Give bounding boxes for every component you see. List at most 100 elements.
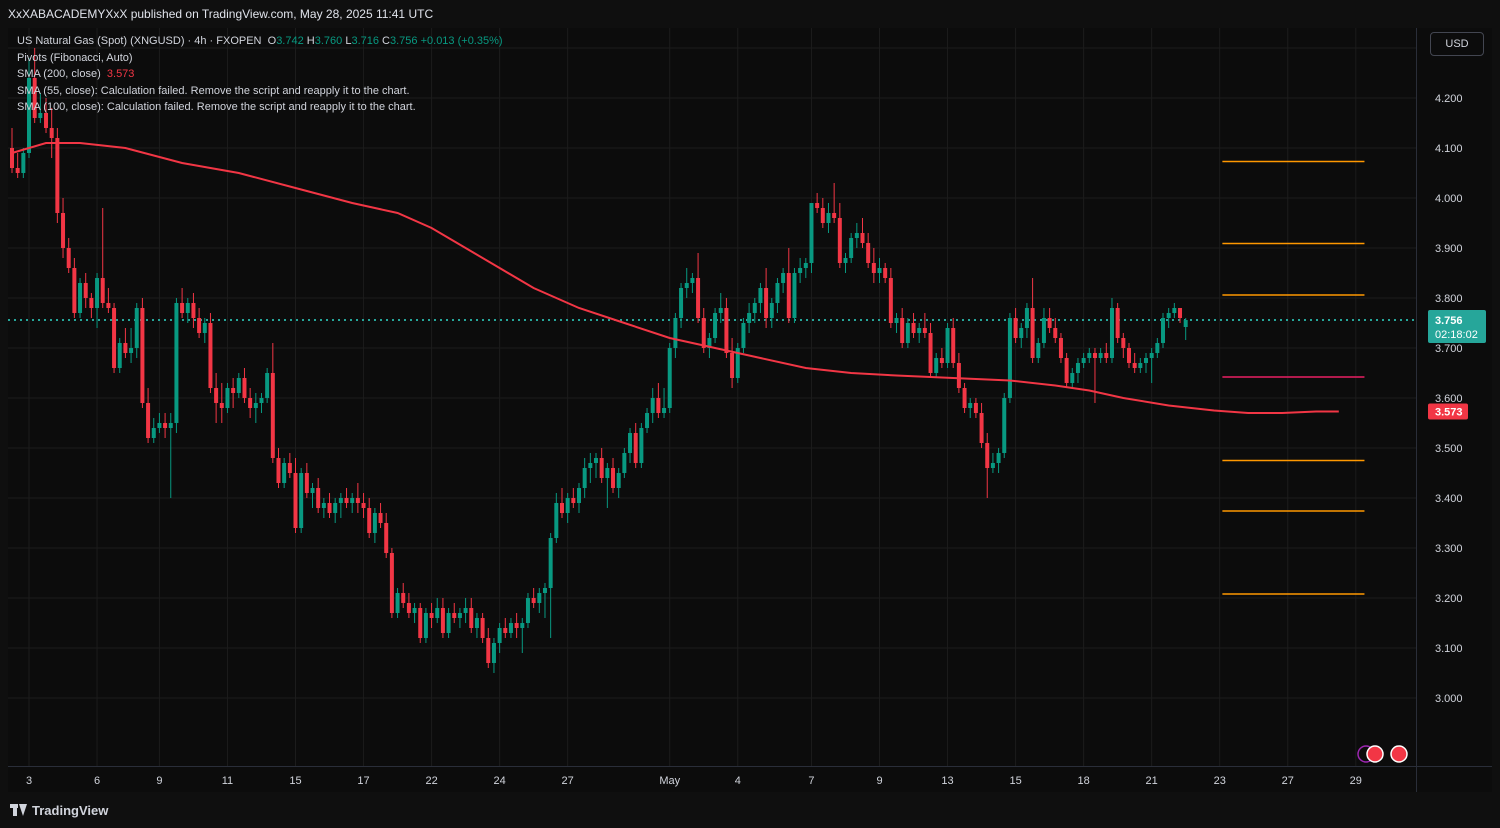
candle-body[interactable] <box>440 608 445 633</box>
candle-body[interactable] <box>480 618 485 638</box>
candle-body[interactable] <box>202 323 207 333</box>
us-flag-icon[interactable] <box>1366 745 1384 763</box>
candle-body[interactable] <box>843 258 848 263</box>
candle-body[interactable] <box>1024 308 1029 328</box>
candle-body[interactable] <box>985 443 990 468</box>
candle-body[interactable] <box>764 288 769 318</box>
candle-body[interactable] <box>752 303 757 313</box>
chart-area[interactable]: 4.3004.2004.1004.0003.9003.8003.7003.600… <box>8 28 1492 792</box>
candle-body[interactable] <box>327 503 332 513</box>
candle-body[interactable] <box>968 403 973 408</box>
candle-body[interactable] <box>786 273 791 318</box>
candle-body[interactable] <box>15 168 20 173</box>
candle-body[interactable] <box>537 593 542 603</box>
symbol-name[interactable]: US Natural Gas (Spot) (XNGUSD) · 4h · FX… <box>17 35 262 47</box>
candle-body[interactable] <box>922 328 927 333</box>
candle-body[interactable] <box>781 273 786 283</box>
candle-body[interactable] <box>1115 308 1120 338</box>
candle-body[interactable] <box>123 343 128 353</box>
candle-body[interactable] <box>747 313 752 323</box>
candle-body[interactable] <box>276 458 281 483</box>
candle-body[interactable] <box>951 328 956 363</box>
candle-body[interactable] <box>616 473 621 488</box>
candle-body[interactable] <box>815 203 820 208</box>
candle-body[interactable] <box>78 283 83 313</box>
candle-body[interactable] <box>588 463 593 468</box>
candle-body[interactable] <box>287 463 292 473</box>
candle-body[interactable] <box>877 268 882 273</box>
candle-body[interactable] <box>497 628 502 643</box>
candle-body[interactable] <box>367 508 372 533</box>
us-flag-icon[interactable] <box>1390 745 1408 763</box>
candle-body[interactable] <box>696 278 701 318</box>
candle-body[interactable] <box>282 463 287 483</box>
candle-body[interactable] <box>151 428 156 438</box>
candle-body[interactable] <box>72 268 77 313</box>
candle-body[interactable] <box>990 463 995 468</box>
candle-body[interactable] <box>140 308 145 403</box>
candle-body[interactable] <box>514 623 519 628</box>
candle-body[interactable] <box>939 358 944 363</box>
candle-body[interactable] <box>372 513 377 533</box>
candle-body[interactable] <box>236 378 241 393</box>
candle-body[interactable] <box>741 323 746 348</box>
candle-body[interactable] <box>1058 338 1063 358</box>
candle-body[interactable] <box>1087 353 1092 358</box>
candle-body[interactable] <box>185 303 190 313</box>
candle-body[interactable] <box>1041 318 1046 343</box>
candle-body[interactable] <box>1109 308 1114 358</box>
candle-body[interactable] <box>299 473 304 528</box>
sma55-indicator[interactable]: SMA (55, close): Calculation failed. Rem… <box>17 83 503 100</box>
candle-body[interactable] <box>270 373 275 458</box>
candle-body[interactable] <box>1144 358 1148 363</box>
candle-body[interactable] <box>146 403 151 438</box>
candle-body[interactable] <box>333 503 338 513</box>
candle-body[interactable] <box>253 403 258 408</box>
candle-body[interactable] <box>577 488 581 503</box>
candle-body[interactable] <box>1121 338 1126 348</box>
candle-body[interactable] <box>525 598 530 623</box>
candle-body[interactable] <box>1019 328 1024 338</box>
candle-body[interactable] <box>469 608 474 628</box>
candle-body[interactable] <box>973 403 978 413</box>
candle-body[interactable] <box>1149 353 1154 358</box>
candle-body[interactable] <box>463 608 468 613</box>
candle-body[interactable] <box>559 503 564 513</box>
candle-body[interactable] <box>565 498 570 513</box>
candle-body[interactable] <box>775 283 780 303</box>
candle-body[interactable] <box>860 233 865 243</box>
candle-body[interactable] <box>389 553 394 613</box>
candle-body[interactable] <box>457 613 462 618</box>
candle-body[interactable] <box>435 608 440 618</box>
candle-body[interactable] <box>832 213 837 218</box>
candle-body[interactable] <box>684 283 689 288</box>
candle-body[interactable] <box>888 278 893 323</box>
candle-body[interactable] <box>242 378 247 398</box>
candle-body[interactable] <box>129 348 134 353</box>
candle-body[interactable] <box>100 278 105 303</box>
candle-body[interactable] <box>384 523 389 553</box>
candle-body[interactable] <box>344 498 349 503</box>
price-chart[interactable]: 4.3004.2004.1004.0003.9003.8003.7003.600… <box>8 28 1492 792</box>
candle-body[interactable] <box>542 588 547 593</box>
candle-body[interactable] <box>628 433 633 453</box>
symbol-row[interactable]: US Natural Gas (Spot) (XNGUSD) · 4h · FX… <box>17 33 503 50</box>
candle-body[interactable] <box>191 303 196 318</box>
candle-body[interactable] <box>66 248 71 268</box>
candle-body[interactable] <box>310 488 315 493</box>
candle-body[interactable] <box>531 598 536 603</box>
candle-body[interactable] <box>679 288 684 318</box>
candle-body[interactable] <box>49 128 54 138</box>
candle-body[interactable] <box>117 343 122 368</box>
candle-body[interactable] <box>508 623 513 633</box>
candle-body[interactable] <box>650 398 655 413</box>
candle-body[interactable] <box>429 613 434 618</box>
candle-body[interactable] <box>520 623 525 628</box>
candle-body[interactable] <box>854 233 859 238</box>
candle-body[interactable] <box>61 213 66 248</box>
candle-body[interactable] <box>106 303 111 308</box>
tradingview-logo[interactable]: TradingView <box>10 803 108 818</box>
candle-body[interactable] <box>871 263 876 273</box>
candle-body[interactable] <box>1132 363 1137 368</box>
candle-body[interactable] <box>996 453 1001 463</box>
